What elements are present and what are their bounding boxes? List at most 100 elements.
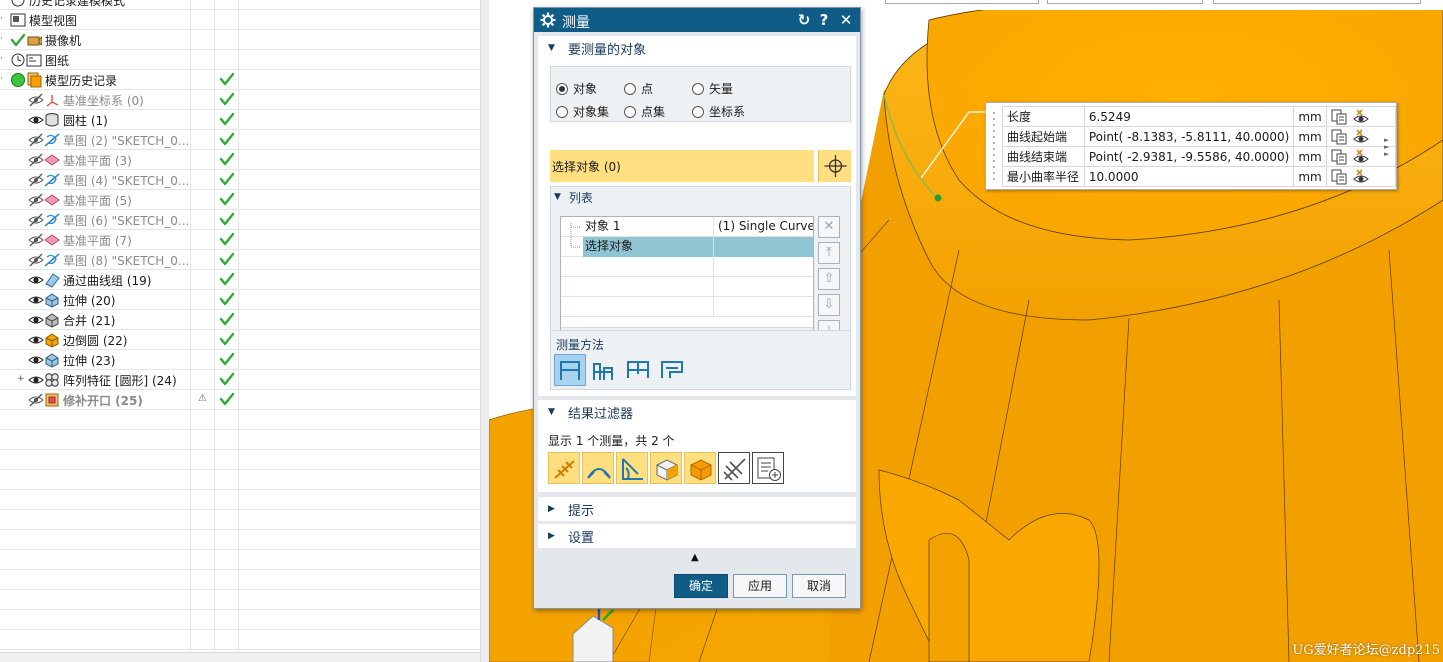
list-row[interactable] <box>561 297 813 317</box>
visibility-icon[interactable] <box>28 173 44 187</box>
navigator-scrollbar[interactable] <box>0 652 480 662</box>
show-hide-icon[interactable] <box>1352 128 1369 145</box>
method-length-button[interactable] <box>656 354 688 386</box>
visibility-icon[interactable] <box>28 313 44 327</box>
panel-splitter[interactable] <box>480 0 489 662</box>
tree-row[interactable]: 基准坐标系 (0) <box>0 90 480 110</box>
filter-area-button[interactable] <box>650 452 682 484</box>
visibility-icon[interactable] <box>28 253 44 267</box>
drag-grip-icon[interactable] <box>990 107 998 185</box>
reset-icon[interactable]: ↻ <box>795 11 813 29</box>
tree-item[interactable]: 模型历史记录 <box>10 70 117 90</box>
visibility-icon[interactable] <box>28 373 44 387</box>
radio-option[interactable]: 点集 <box>624 103 665 120</box>
tree-item[interactable]: 拉伸 (20) <box>28 290 115 310</box>
hint-section-header[interactable]: ▶ 提示 <box>538 497 856 521</box>
objects-section-header[interactable]: ▼ 要测量的对象 <box>538 36 856 60</box>
tree-row[interactable]: 圆柱 (1) <box>0 110 480 130</box>
select-object-row[interactable]: 选择对象 (0) <box>550 150 814 182</box>
tree-row[interactable]: 基准平面 (7) <box>0 230 480 250</box>
list-header[interactable]: ▼ 列表 <box>552 188 593 206</box>
tree-row[interactable]: 拉伸 (23) <box>0 350 480 370</box>
method-projected-button[interactable] <box>588 354 620 386</box>
collapse-dialog-icon[interactable]: ▲ <box>691 552 699 563</box>
copy-to-clipboard-icon[interactable] <box>1331 129 1347 145</box>
tree-row[interactable]: · 模型历史记录 <box>0 70 480 90</box>
tree-item[interactable]: 基准平面 (3) <box>28 150 132 170</box>
tree-row[interactable]: 边倒圆 (22) <box>0 330 480 350</box>
method-screen-button[interactable] <box>622 354 654 386</box>
tree-item[interactable]: 修补开口 (25) <box>28 390 143 410</box>
visibility-icon[interactable] <box>28 273 44 287</box>
radio-option[interactable]: 对象集 <box>556 103 609 120</box>
expand-toggle-icon[interactable]: + <box>17 375 25 384</box>
tree-row[interactable]: 历史记录建模模式 <box>0 0 480 10</box>
list-row[interactable] <box>561 277 813 297</box>
visibility-icon[interactable] <box>28 153 44 167</box>
dialog-title-bar[interactable]: 测量 ↻ ? ✕ <box>534 8 860 32</box>
radio-button[interactable] <box>692 105 704 118</box>
move-up-icon[interactable]: ⇧ <box>818 268 840 290</box>
settings-section-header[interactable]: ▶ 设置 <box>538 524 856 548</box>
tree-row[interactable]: + 阵列特征 [圆形] (24) <box>0 370 480 390</box>
tree-item[interactable]: 草图 (6) "SKETCH_0... <box>28 210 189 230</box>
visibility-icon[interactable] <box>28 333 44 347</box>
tree-item[interactable]: 草图 (2) "SKETCH_0... <box>28 130 189 150</box>
expand-toggle-icon[interactable]: · <box>0 35 7 44</box>
tree-row[interactable]: 基准平面 (3) <box>0 150 480 170</box>
radio-button[interactable] <box>624 82 636 95</box>
visibility-icon[interactable] <box>28 93 44 107</box>
tree-item[interactable]: 基准坐标系 (0) <box>28 90 144 110</box>
copy-to-clipboard-icon[interactable] <box>1331 109 1347 125</box>
radio-button[interactable] <box>556 82 568 95</box>
expand-toggle-icon[interactable]: · <box>0 75 7 84</box>
tree-row[interactable]: 基准平面 (5) <box>0 190 480 210</box>
list-row[interactable]: 选择对象 <box>561 237 813 257</box>
filter-angle-button[interactable] <box>616 452 648 484</box>
tree-item[interactable]: 合并 (21) <box>28 310 115 330</box>
radio-button[interactable] <box>556 105 568 118</box>
ok-button[interactable]: 确定 <box>674 574 728 598</box>
radio-option[interactable]: 对象 <box>556 80 597 97</box>
tree-item[interactable]: 模型视图 <box>10 10 77 30</box>
move-top-icon[interactable]: ⤒ <box>818 242 840 264</box>
tree-item[interactable]: 历史记录建模模式 <box>10 0 125 10</box>
list-row[interactable] <box>561 257 813 277</box>
list-row[interactable]: 对象 1 (1) Single Curve: <box>561 217 813 237</box>
visibility-icon[interactable] <box>28 393 44 407</box>
tree-item[interactable]: 摄像机 <box>10 30 81 50</box>
visibility-icon[interactable] <box>28 233 44 247</box>
crosshair-select-button[interactable] <box>818 150 851 182</box>
tree-item[interactable]: 草图 (4) "SKETCH_0... <box>28 170 189 190</box>
radio-button[interactable] <box>692 82 704 95</box>
show-hide-icon[interactable] <box>1352 148 1369 165</box>
visibility-icon[interactable] <box>28 133 44 147</box>
tree-row[interactable]: 拉伸 (20) <box>0 290 480 310</box>
expand-arrows-icon[interactable]: ► ► ► <box>1384 137 1392 158</box>
help-icon[interactable]: ? <box>815 11 833 29</box>
tree-row[interactable]: 通过曲线组 (19) <box>0 270 480 290</box>
filter-arc-button[interactable] <box>582 452 614 484</box>
tree-item[interactable]: 拉伸 (23) <box>28 350 115 370</box>
toolbar-field[interactable] <box>1047 0 1203 4</box>
visibility-icon[interactable] <box>28 213 44 227</box>
radio-option[interactable]: 点 <box>624 80 653 97</box>
tree-item[interactable]: 通过曲线组 (19) <box>28 270 151 290</box>
tree-item[interactable]: 圆柱 (1) <box>28 110 108 130</box>
filter-add-button[interactable] <box>752 452 784 484</box>
toolbar-field[interactable] <box>1213 0 1421 4</box>
show-hide-icon[interactable] <box>1352 108 1369 125</box>
tree-item[interactable]: 基准平面 (7) <box>28 230 132 250</box>
apply-button[interactable]: 应用 <box>733 574 787 598</box>
radio-button[interactable] <box>624 105 636 118</box>
object-list[interactable]: 对象 1(1) Single Curve:选择对象 ‹ › <box>560 216 814 344</box>
filter-hatch-button[interactable] <box>718 452 750 484</box>
tree-item[interactable]: 边倒圆 (22) <box>28 330 127 350</box>
tree-item[interactable]: 阵列特征 [圆形] (24) <box>28 370 177 390</box>
cancel-button[interactable]: 取消 <box>792 574 846 598</box>
tree-row[interactable]: · 模型视图 <box>0 10 480 30</box>
visibility-icon[interactable] <box>28 193 44 207</box>
tree-row[interactable]: 草图 (4) "SKETCH_0... <box>0 170 480 190</box>
tree-row[interactable]: 草图 (6) "SKETCH_0... <box>0 210 480 230</box>
expand-toggle-icon[interactable]: · <box>0 15 7 24</box>
